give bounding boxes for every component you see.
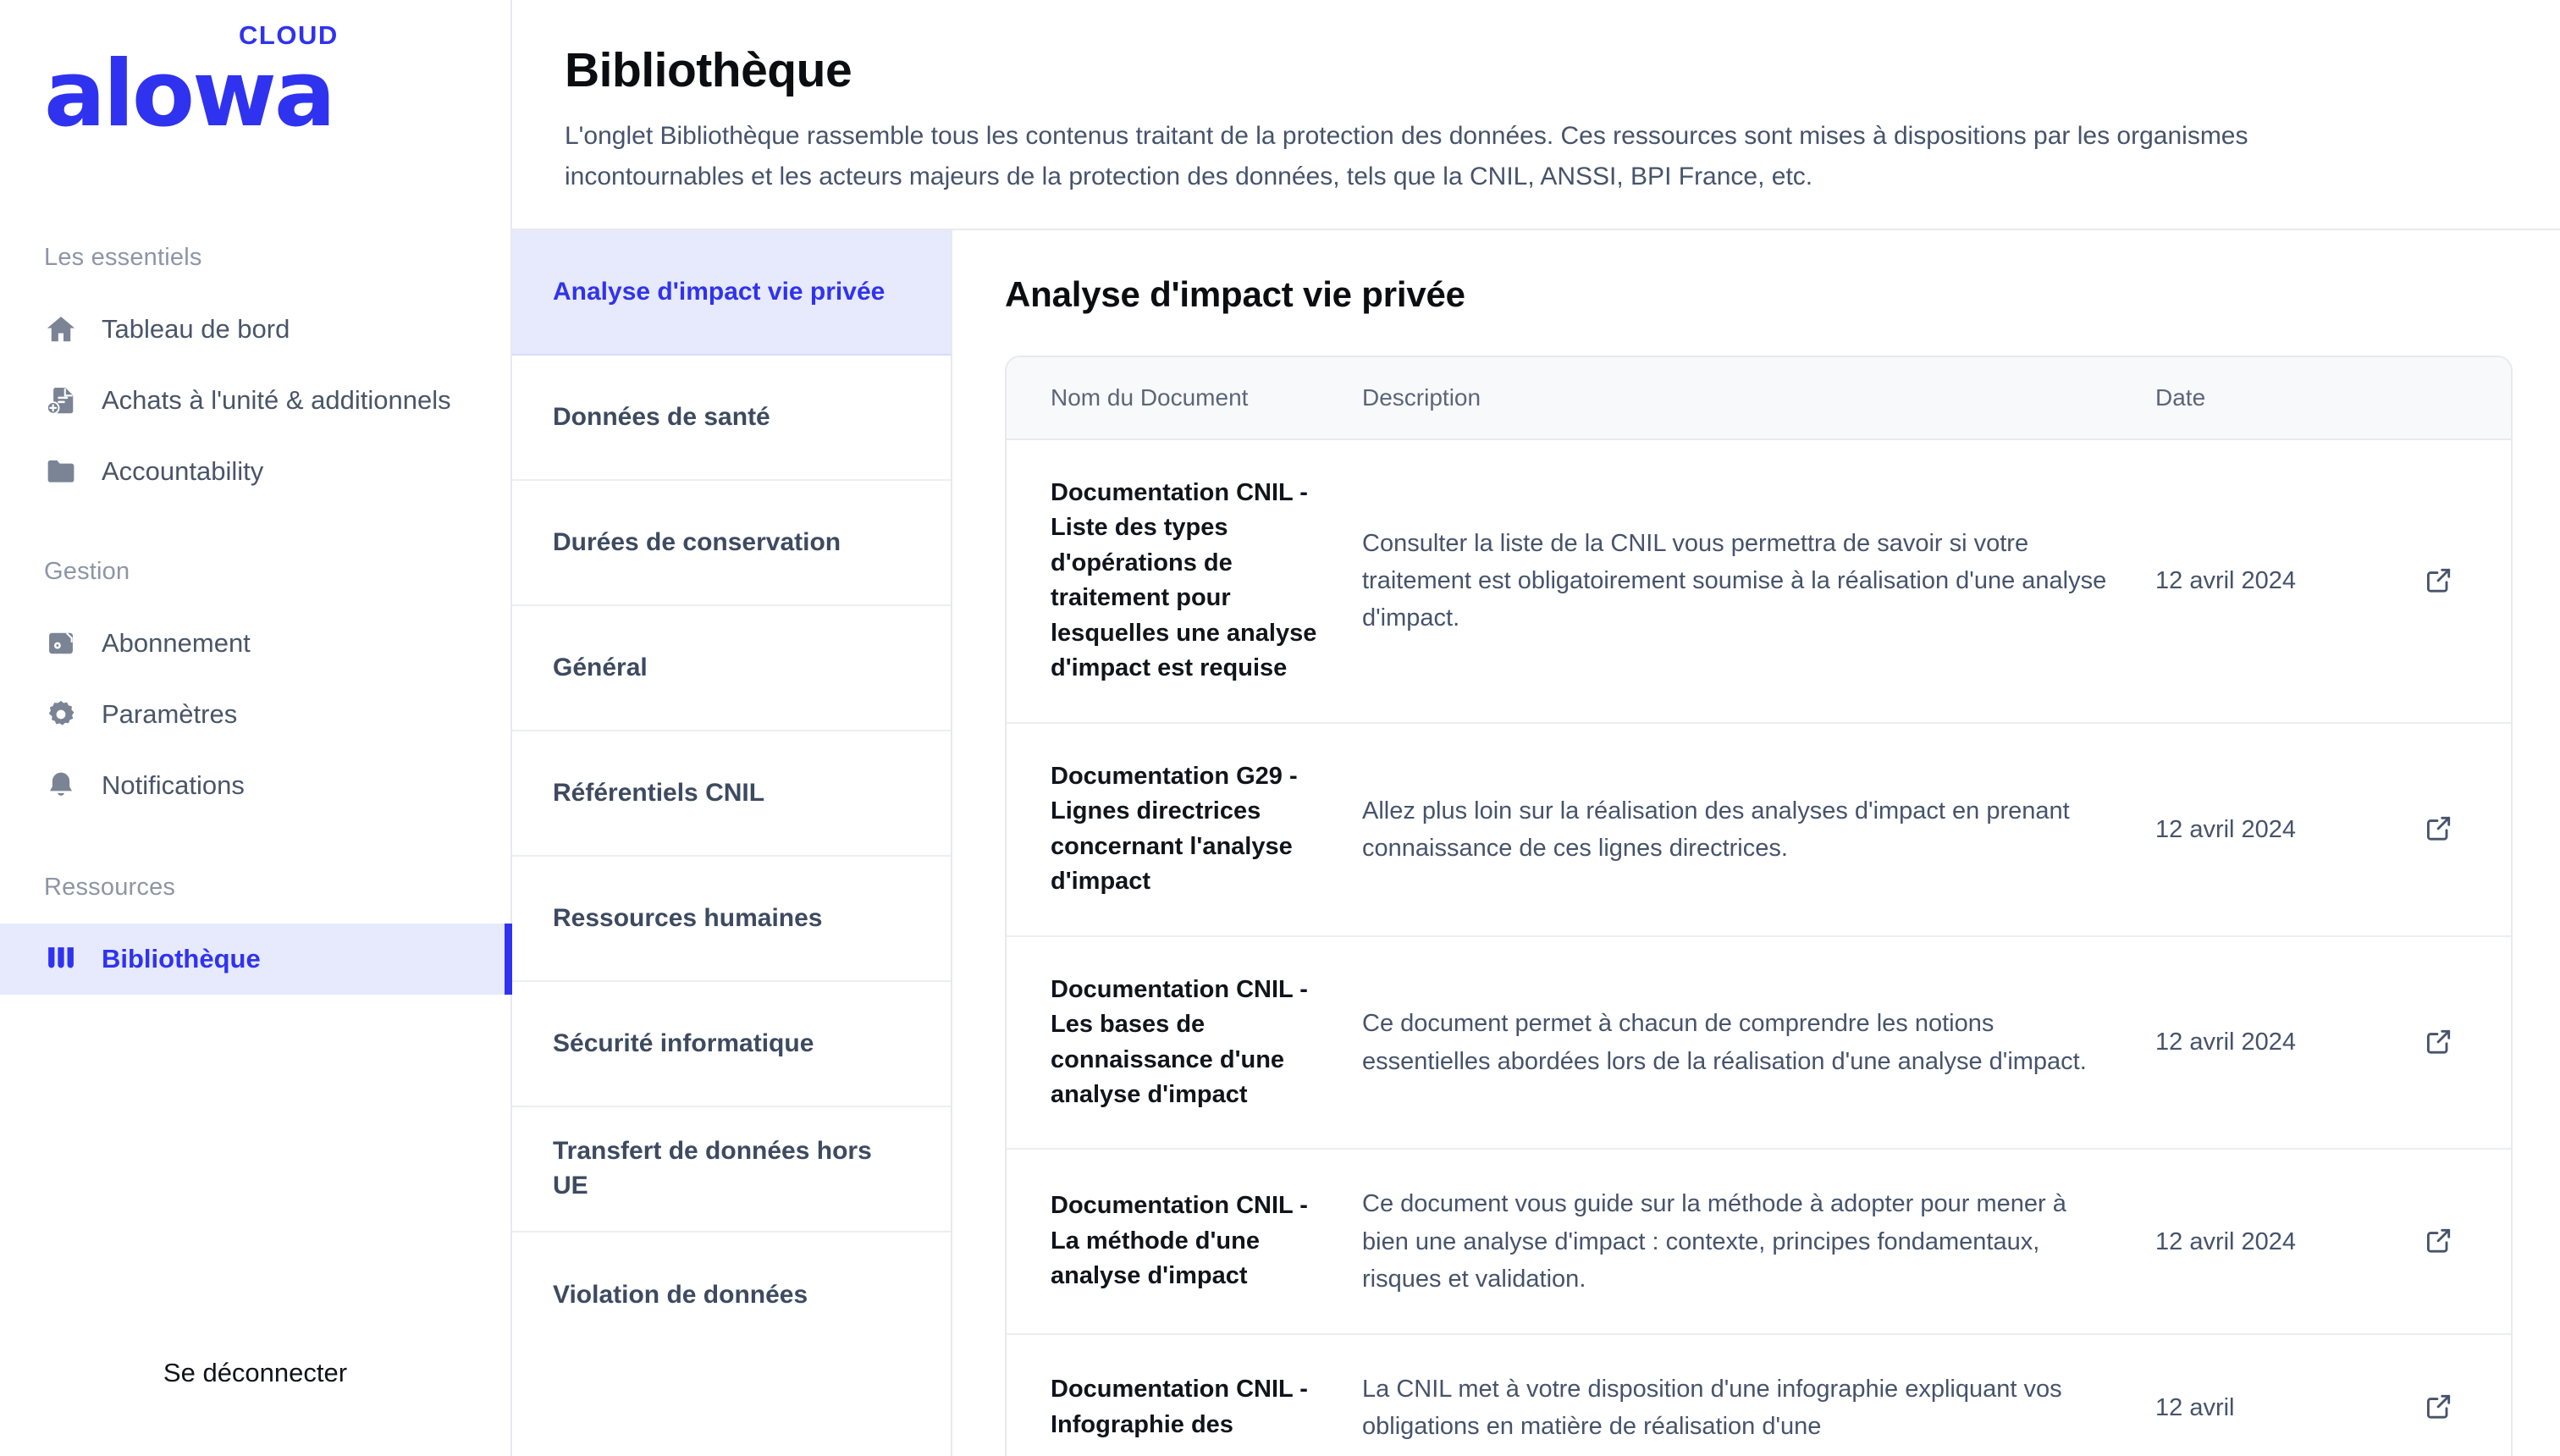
sidebar-item-label: Accountability	[102, 456, 264, 486]
document-name: Documentation CNIL - Les bases de connai…	[1051, 975, 1308, 1108]
page-title: Bibliothèque	[565, 43, 852, 97]
logout-button[interactable]: Se déconnecter	[153, 1353, 357, 1393]
document-name: Documentation G29 - Lignes directrices c…	[1051, 762, 1298, 896]
documents-panel: Analyse d'impact vie privée Nom du Docum…	[952, 230, 2560, 1456]
document-action	[2367, 1186, 2511, 1297]
sidebar: alowa CLOUD Les essentiels Tableau de bo…	[0, 0, 512, 1456]
nav-section-label-ressources: Ressources	[44, 874, 176, 901]
sidebar-item-label: Notifications	[102, 770, 245, 800]
documents-section-title: Analyse d'impact vie privée	[1005, 273, 1465, 314]
document-action	[2367, 987, 2511, 1098]
category-item-durees-de-conservation[interactable]: Durées de conservation	[512, 481, 951, 606]
document-name: Documentation CNIL - Infographie des	[1051, 1376, 1308, 1438]
category-item-securite-informatique[interactable]: Sécurité informatique	[512, 982, 951, 1107]
gear-icon	[44, 698, 78, 731]
open-document-button[interactable]	[2420, 809, 2458, 849]
sidebar-item-notifications[interactable]: Notifications	[0, 750, 510, 821]
open-document-button[interactable]	[2420, 1222, 2458, 1261]
sidebar-item-tableau-de-bord[interactable]: Tableau de bord	[0, 294, 510, 365]
sidebar-item-label: Paramètres	[102, 699, 238, 729]
open-document-button[interactable]	[2420, 561, 2458, 601]
nav-section-label-gestion: Gestion	[44, 558, 130, 585]
sidebar-item-bibliotheque[interactable]: Bibliothèque	[0, 924, 512, 995]
table-row[interactable]: Documentation CNIL - Liste des types d'o…	[1007, 440, 2511, 724]
document-date: 12 avril 2024	[2155, 1227, 2297, 1255]
document-action	[2367, 774, 2511, 885]
category-item-donnees-de-sante[interactable]: Données de santé	[512, 356, 951, 481]
table-row[interactable]: Documentation CNIL - La méthode d'une an…	[1007, 1150, 2511, 1335]
document-add-icon	[44, 383, 78, 417]
external-link-icon	[2424, 565, 2454, 598]
document-action	[2367, 526, 2511, 637]
category-item-ressources-humaines[interactable]: Ressources humaines	[512, 857, 951, 982]
external-link-icon	[2424, 1225, 2454, 1258]
nav-section-label-essentiels: Les essentiels	[44, 244, 202, 271]
document-date: 12 avril	[2155, 1393, 2235, 1421]
document-name: Documentation CNIL - Liste des types d'o…	[1051, 478, 1317, 682]
wallet-icon	[44, 626, 78, 660]
sidebar-item-abonnement[interactable]: Abonnement	[0, 608, 510, 679]
app-root: alowa CLOUD Les essentiels Tableau de bo…	[0, 0, 2560, 1456]
external-link-icon	[2424, 1026, 2454, 1059]
sidebar-item-achats[interactable]: Achats à l'unité & additionnels	[0, 365, 510, 436]
brand-logo[interactable]: alowa CLOUD	[44, 20, 337, 147]
document-description: Allez plus loin sur la réalisation des a…	[1362, 797, 2070, 862]
table-row[interactable]: Documentation CNIL - Infographie des La …	[1007, 1335, 2511, 1456]
external-link-icon	[2424, 813, 2454, 846]
brand-suffix: CLOUD	[239, 20, 339, 50]
column-header-date: Date	[2155, 383, 2206, 411]
main-content: Bibliothèque L'onglet Bibliothèque rasse…	[512, 0, 2560, 1456]
sidebar-nav: Les essentiels Tableau de bord Achats à …	[0, 237, 512, 1329]
document-date: 12 avril 2024	[2155, 815, 2297, 843]
folder-icon	[44, 455, 78, 488]
sidebar-item-label: Achats à l'unité & additionnels	[102, 385, 451, 415]
content-area: Analyse d'impact vie privée Données de s…	[512, 229, 2560, 1456]
document-action	[2367, 1352, 2511, 1456]
sidebar-item-label: Tableau de bord	[102, 314, 290, 344]
table-row[interactable]: Documentation G29 - Lignes directrices c…	[1007, 724, 2511, 937]
sidebar-item-label: Abonnement	[102, 628, 251, 658]
open-document-button[interactable]	[2420, 1023, 2458, 1062]
category-item-general[interactable]: Général	[512, 606, 951, 731]
column-header-name: Nom du Document	[1051, 383, 1249, 411]
category-rail: Analyse d'impact vie privée Données de s…	[512, 229, 952, 1456]
table-header-row: Nom du Document Description Date	[1007, 356, 2511, 440]
brand-logo-block: alowa CLOUD	[0, 0, 510, 237]
document-description: La CNIL met à votre disposition d'une in…	[1362, 1375, 2062, 1440]
sidebar-item-accountability[interactable]: Accountability	[0, 436, 510, 507]
page-description: L'onglet Bibliothèque rassemble tous les…	[565, 121, 2248, 191]
sidebar-item-parametres[interactable]: Paramètres	[0, 679, 510, 750]
documents-table: Nom du Document Description Date Documen…	[1005, 355, 2513, 1456]
document-description: Ce document vous guide sur la méthode à …	[1362, 1190, 2066, 1293]
category-item-referentiels-cnil[interactable]: Référentiels CNIL	[512, 731, 951, 857]
open-document-button[interactable]	[2420, 1387, 2458, 1427]
category-item-violation-de-donnees[interactable]: Violation de données	[512, 1233, 951, 1358]
category-item-transfert-de-donnees-hors-ue[interactable]: Transfert de données hors UE	[512, 1107, 951, 1233]
category-item-analyse-dimpact-vie-privee[interactable]: Analyse d'impact vie privée	[512, 229, 951, 356]
table-row[interactable]: Documentation CNIL - Les bases de connai…	[1007, 937, 2511, 1150]
document-date: 12 avril 2024	[2155, 1029, 2297, 1056]
document-name: Documentation CNIL - La méthode d'une an…	[1051, 1192, 1308, 1290]
column-header-description: Description	[1362, 383, 1481, 411]
brand-name: alowa	[44, 41, 336, 147]
library-icon	[44, 942, 78, 976]
external-link-icon	[2424, 1391, 2454, 1424]
document-description: Ce document permet à chacun de comprendr…	[1362, 1010, 2087, 1075]
document-date: 12 avril 2024	[2155, 567, 2297, 595]
document-description: Consulter la liste de la CNIL vous perme…	[1362, 530, 2107, 632]
home-icon	[44, 312, 78, 346]
logout-area: Se déconnecter	[0, 1329, 510, 1456]
bell-icon	[44, 769, 78, 802]
sidebar-item-label: Bibliothèque	[102, 944, 261, 973]
page-header: Bibliothèque L'onglet Bibliothèque rasse…	[512, 0, 2560, 230]
